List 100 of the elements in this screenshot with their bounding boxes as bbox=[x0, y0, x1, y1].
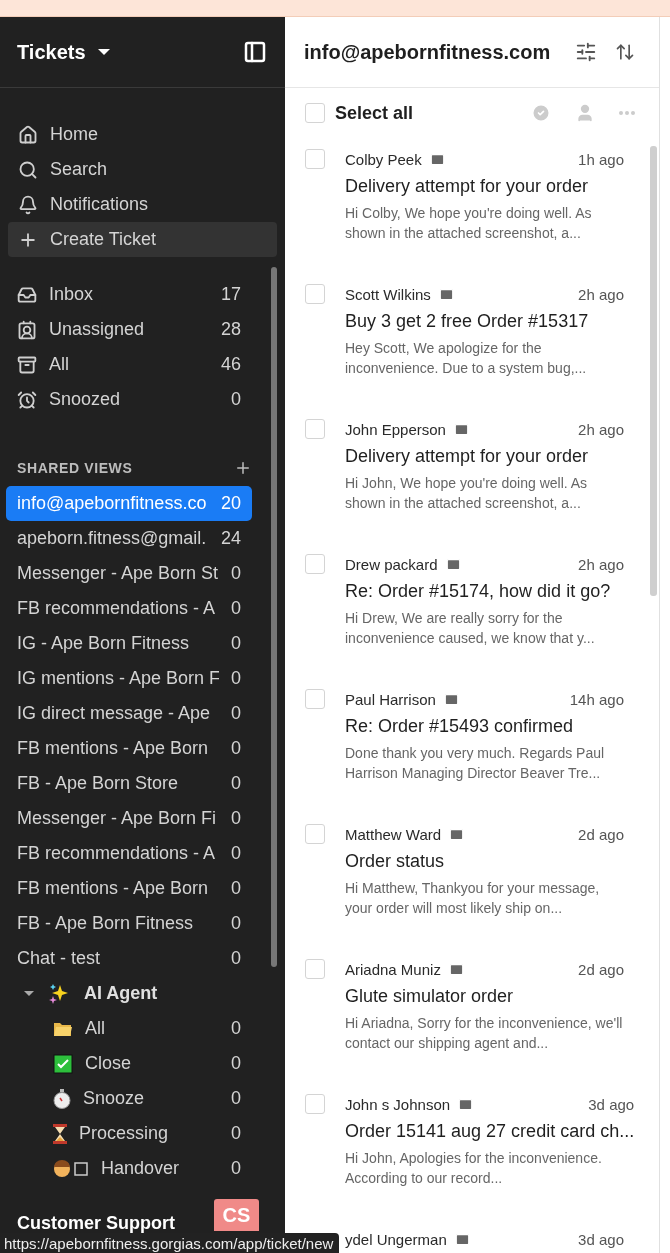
team-name: Customer Support bbox=[17, 1213, 175, 1234]
nav-item[interactable]: Home bbox=[8, 117, 277, 152]
select-all-label: Select all bbox=[335, 102, 415, 124]
checkbox[interactable] bbox=[305, 284, 325, 304]
panel-icon bbox=[243, 40, 267, 64]
sort-button[interactable] bbox=[615, 42, 635, 62]
view-item[interactable]: info@apebornfitness.co 20 bbox=[6, 486, 252, 521]
view-item[interactable]: Processing 0 bbox=[6, 1116, 252, 1151]
folder-item[interactable]: Unassigned 28 bbox=[6, 312, 252, 347]
view-item[interactable]: FB - Ape Born Fitness 0 bbox=[6, 906, 252, 941]
ticket-preview: Hi Colby, We hope you're doing well. As shown in the attached screenshot, a... bbox=[345, 204, 593, 243]
view-item[interactable]: Snooze 0 bbox=[6, 1081, 252, 1116]
filter-button[interactable] bbox=[575, 41, 597, 63]
checkbox[interactable] bbox=[305, 103, 325, 123]
sort-icon bbox=[615, 42, 635, 62]
ticket-subject[interactable]: Re: Order #15174, how did it go? bbox=[345, 581, 624, 602]
ticket-time: 2d ago bbox=[578, 825, 624, 843]
expand-icon bbox=[24, 991, 34, 996]
ticket-preview: Hi Ariadna, Sorry for the inconvenience, we'll contact our shipping agent and... bbox=[345, 1014, 624, 1053]
view-item[interactable]: All 0 bbox=[6, 1011, 252, 1046]
ai-agent-folder[interactable]: AI Agent bbox=[6, 976, 252, 1011]
folder-item[interactable]: Inbox 17 bbox=[6, 277, 252, 312]
checkbox[interactable] bbox=[305, 419, 325, 439]
view-item[interactable]: Messenger - Ape Born Fi 0 bbox=[6, 801, 252, 836]
ticket-subject[interactable]: Buy 3 get 2 free Order #15317 bbox=[345, 311, 624, 332]
caret-icon bbox=[97, 49, 110, 55]
view-item[interactable]: Handover 0 bbox=[6, 1151, 252, 1186]
view-item[interactable]: IG mentions - Ape Born F 0 bbox=[6, 661, 252, 696]
scrollbar[interactable] bbox=[271, 267, 277, 967]
panel-toggle-button[interactable] bbox=[243, 40, 267, 64]
checkbox[interactable] bbox=[305, 959, 325, 979]
ticket-subject[interactable]: Order status bbox=[345, 851, 624, 872]
view-item[interactable]: FB recommendations - A 0 bbox=[6, 591, 252, 626]
ticket-subject[interactable]: Delivery attempt for your order bbox=[345, 176, 624, 197]
folder-item[interactable]: Snoozed 0 bbox=[6, 382, 252, 417]
checkbox[interactable] bbox=[305, 1094, 325, 1114]
checkbox[interactable] bbox=[305, 554, 325, 574]
tickets-menu-button[interactable]: Tickets bbox=[17, 40, 110, 64]
sender-name: Drew packard bbox=[345, 555, 438, 573]
mail-icon bbox=[458, 1096, 474, 1112]
sliders-icon bbox=[575, 41, 597, 63]
sender-name: Ariadna Muniz bbox=[345, 960, 441, 978]
ticket-preview: Hi John, Apologies for the inconvenience. According to our record... bbox=[345, 1149, 603, 1188]
ticket-subject[interactable]: Delivery attempt for your order bbox=[345, 446, 624, 467]
person-icon bbox=[53, 1158, 89, 1179]
folder-icon bbox=[53, 1020, 73, 1037]
view-item[interactable]: IG direct message - Ape 0 bbox=[6, 696, 252, 731]
mail-icon bbox=[438, 286, 454, 302]
sender-name: Paul Harrison bbox=[345, 690, 436, 708]
scrollbar[interactable] bbox=[650, 146, 657, 596]
contact-card-icon bbox=[17, 319, 37, 340]
ticket-preview: Hey Scott, We apologize for the inconvenience. Due to a system bug,... bbox=[345, 339, 588, 378]
nav-item[interactable]: Notifications bbox=[8, 187, 277, 222]
folder-item[interactable]: All 46 bbox=[6, 347, 252, 382]
view-item[interactable]: FB - Ape Born Store 0 bbox=[6, 766, 252, 801]
mail-icon bbox=[453, 421, 469, 437]
checkbox[interactable] bbox=[305, 824, 325, 844]
ticket-time: 2h ago bbox=[578, 555, 624, 573]
more-button[interactable] bbox=[619, 111, 635, 115]
ticket-time: 3d ago bbox=[588, 1095, 635, 1113]
view-item[interactable]: FB mentions - Ape Born 0 bbox=[6, 731, 252, 766]
user-icon bbox=[575, 103, 595, 123]
hourglass-icon bbox=[53, 1123, 67, 1144]
mail-icon bbox=[429, 151, 445, 167]
ticket-time: 14h ago bbox=[569, 690, 624, 708]
ticket-time: 1h ago bbox=[578, 150, 624, 168]
sender-name: John s Johnson bbox=[345, 1095, 451, 1113]
bell-icon bbox=[18, 194, 38, 215]
view-item[interactable]: Messenger - Ape Born St 0 bbox=[6, 556, 252, 591]
close-tickets-button[interactable] bbox=[531, 103, 551, 123]
ticket-subject[interactable]: Glute simulator order bbox=[345, 986, 624, 1007]
ticket-preview: Hi John, We hope you're doing well. As shown in the attached screenshot, a... bbox=[345, 474, 589, 513]
view-item[interactable]: apeborn.fitness@gmail. 24 bbox=[6, 521, 252, 556]
nav-item[interactable]: Create Ticket bbox=[8, 222, 277, 257]
view-item[interactable]: FB recommendations - A 0 bbox=[6, 836, 252, 871]
sparkles-icon bbox=[48, 982, 70, 1005]
sender-name: Scott Wilkins bbox=[345, 285, 431, 303]
alarm-clock-icon bbox=[17, 389, 37, 410]
checkbox[interactable] bbox=[305, 149, 325, 169]
sender-name: John Epperson bbox=[345, 420, 446, 438]
ticket-preview: Done thank you very much. Regards Paul Harrison Managing Director Beaver Tre... bbox=[345, 744, 606, 783]
home-icon bbox=[18, 124, 38, 145]
ticket-subject[interactable]: Order 15141 aug 27 credit card ch... bbox=[345, 1121, 635, 1142]
check-box-icon bbox=[53, 1053, 73, 1074]
view-item[interactable]: Chat - test 0 bbox=[6, 941, 252, 976]
nav-item[interactable]: Search bbox=[8, 152, 277, 187]
mail-icon bbox=[454, 1231, 470, 1247]
view-item[interactable]: FB mentions - Ape Born 0 bbox=[6, 871, 252, 906]
checkbox[interactable] bbox=[305, 689, 325, 709]
stopwatch-icon bbox=[53, 1088, 71, 1109]
view-item[interactable]: IG - Ape Born Fitness 0 bbox=[6, 626, 252, 661]
ticket-subject[interactable]: Re: Order #15493 confirmed bbox=[345, 716, 624, 737]
assign-button[interactable] bbox=[575, 103, 595, 123]
section-title: SHARED VIEWS bbox=[17, 459, 133, 476]
view-item[interactable]: Close 0 bbox=[6, 1046, 252, 1081]
more-icon bbox=[619, 111, 635, 115]
mail-icon bbox=[448, 961, 464, 977]
sender-name: Matthew Ward bbox=[345, 825, 442, 843]
search-icon bbox=[18, 159, 38, 180]
mail-icon bbox=[445, 556, 461, 572]
